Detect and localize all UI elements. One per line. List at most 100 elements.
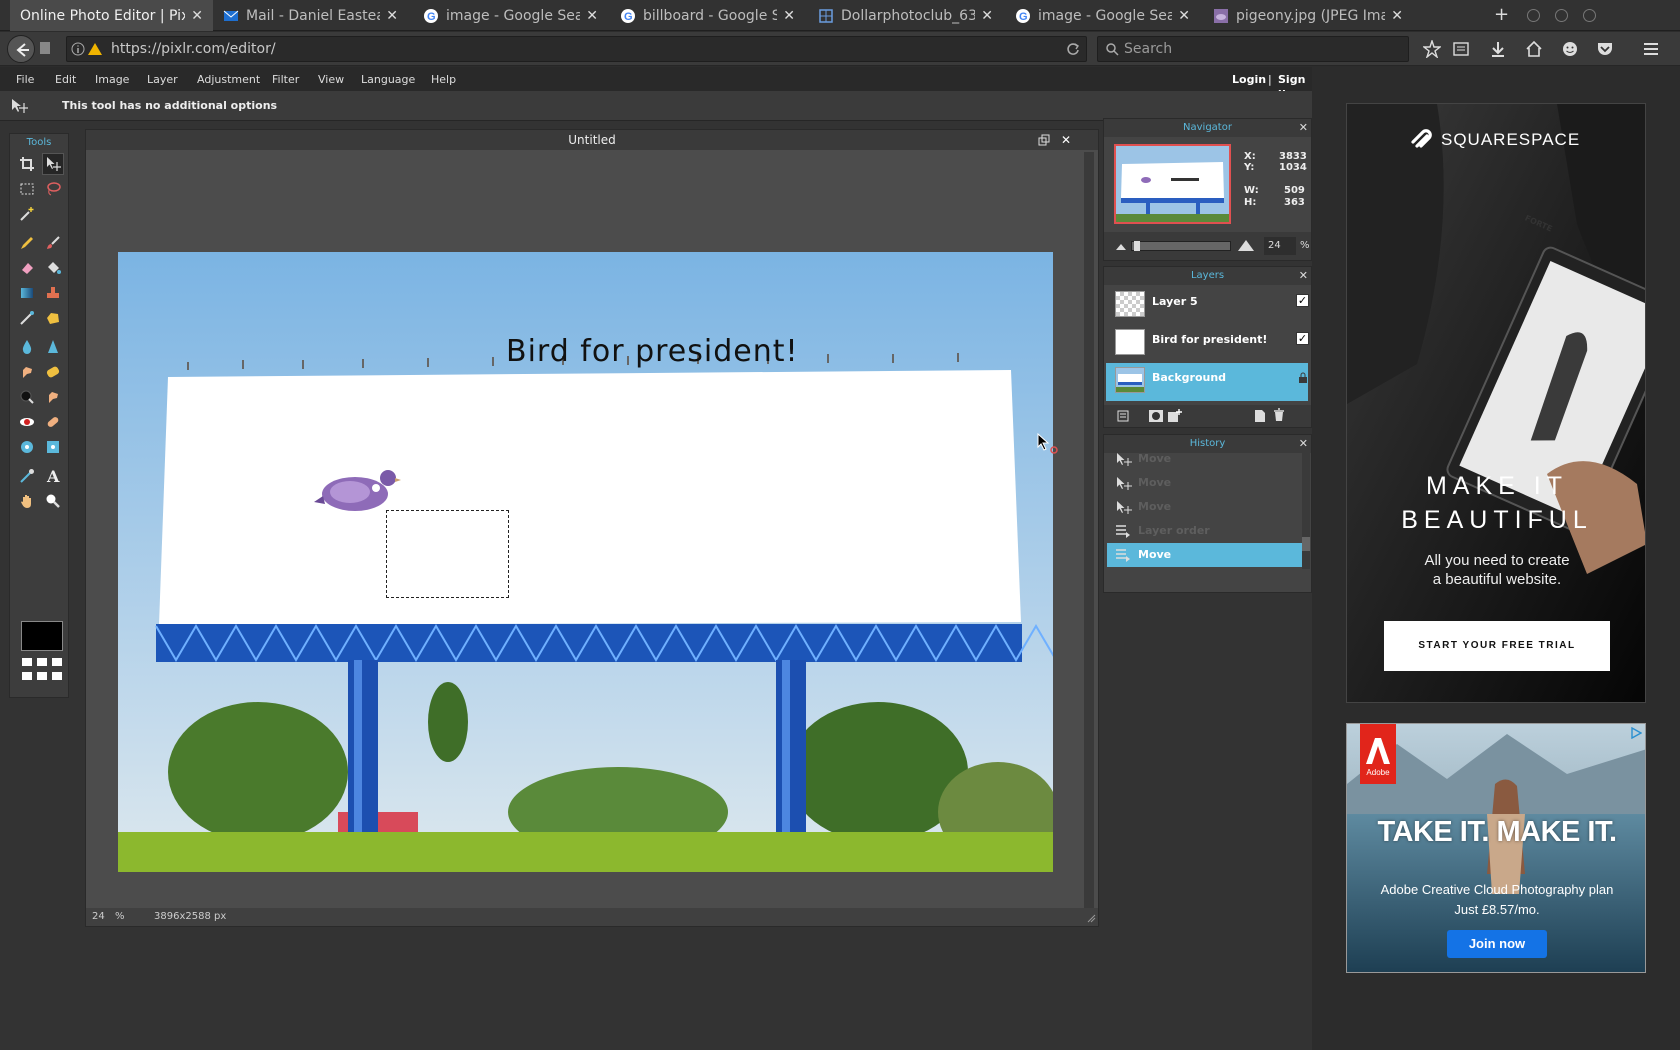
history-item[interactable]: Move bbox=[1107, 471, 1303, 495]
history-item[interactable]: Move bbox=[1107, 495, 1303, 519]
menu-file[interactable]: File bbox=[16, 73, 34, 86]
back-button[interactable] bbox=[7, 35, 35, 63]
history-scroll-thumb[interactable] bbox=[1302, 537, 1310, 551]
tab-pixlr[interactable]: Online Photo Editor | Pixl... ✕ bbox=[10, 0, 213, 31]
zoom-in-mountain-icon[interactable] bbox=[1237, 238, 1255, 252]
menu-layer[interactable]: Layer bbox=[147, 73, 178, 86]
dodge-tool-icon[interactable] bbox=[42, 386, 64, 408]
navigator-thumbnail[interactable] bbox=[1114, 144, 1231, 224]
hello-smiley-icon[interactable] bbox=[1561, 40, 1579, 58]
history-item-selected[interactable]: Move bbox=[1107, 543, 1303, 567]
view-mode-grid-icon[interactable] bbox=[21, 657, 65, 683]
new-layer-icon[interactable] bbox=[1254, 409, 1266, 423]
close-tab-icon[interactable]: ✕ bbox=[1178, 8, 1190, 24]
maximize-window-button[interactable] bbox=[1555, 9, 1568, 22]
bloat-tool-icon[interactable] bbox=[16, 436, 38, 458]
zoom-slider[interactable] bbox=[1131, 241, 1231, 251]
tab-google-image-2[interactable]: G image - Google Search ✕ bbox=[1005, 0, 1200, 31]
menu-language[interactable]: Language bbox=[361, 73, 415, 86]
sponge-tool-icon[interactable] bbox=[42, 361, 64, 383]
red-eye-tool-icon[interactable] bbox=[16, 411, 38, 433]
download-icon[interactable] bbox=[1489, 40, 1507, 58]
menu-filter[interactable]: Filter bbox=[272, 73, 299, 86]
blur-tool-icon[interactable] bbox=[16, 336, 38, 358]
home-icon[interactable] bbox=[1525, 40, 1543, 58]
menu-adjustment[interactable]: Adjustment bbox=[197, 73, 260, 86]
info-icon[interactable] bbox=[71, 42, 85, 56]
menu-help[interactable]: Help bbox=[431, 73, 456, 86]
eraser-tool-icon[interactable] bbox=[16, 257, 38, 279]
drawing-tool-icon[interactable] bbox=[42, 307, 64, 329]
layer-fx-icon[interactable] bbox=[1167, 408, 1183, 424]
close-window-button[interactable] bbox=[1583, 9, 1596, 22]
close-tab-icon[interactable]: ✕ bbox=[586, 8, 598, 24]
tab-mail[interactable]: Mail - Daniel Easteal -... ✕ bbox=[213, 0, 408, 31]
tab-google-billboard[interactable]: G billboard - Google Se... ✕ bbox=[610, 0, 805, 31]
delete-layer-icon[interactable] bbox=[1273, 408, 1285, 422]
close-canvas-icon[interactable]: ✕ bbox=[1061, 133, 1071, 147]
join-now-button[interactable]: Join now bbox=[1447, 930, 1547, 958]
brush-tool-icon[interactable] bbox=[42, 232, 64, 254]
resize-grip-icon[interactable] bbox=[1086, 913, 1096, 923]
login-link[interactable]: Login bbox=[1232, 73, 1266, 86]
sharpen-tool-icon[interactable] bbox=[42, 336, 64, 358]
tab-google-image[interactable]: G image - Google Search ✕ bbox=[413, 0, 608, 31]
tab-pigeony[interactable]: pigeony.jpg (JPEG Ima... ✕ bbox=[1203, 0, 1413, 31]
billboard-text-layer[interactable]: Bird for president! bbox=[506, 334, 799, 369]
hand-tool-icon[interactable] bbox=[16, 490, 38, 512]
menu-edit[interactable]: Edit bbox=[55, 73, 76, 86]
paint-bucket-tool-icon[interactable] bbox=[42, 257, 64, 279]
menu-view[interactable]: View bbox=[318, 73, 344, 86]
reading-list-icon[interactable] bbox=[1452, 40, 1470, 58]
color-replace-tool-icon[interactable] bbox=[16, 307, 38, 329]
close-tab-icon[interactable]: ✕ bbox=[1391, 8, 1403, 24]
history-item[interactable]: Move bbox=[1107, 447, 1303, 471]
zoom-slider-handle[interactable] bbox=[1134, 241, 1140, 251]
close-panel-icon[interactable]: ✕ bbox=[1299, 267, 1308, 284]
reload-icon[interactable] bbox=[1066, 42, 1080, 56]
zoom-tool-icon[interactable] bbox=[42, 490, 64, 512]
magic-wand-tool-icon[interactable] bbox=[16, 203, 38, 225]
selection-marquee[interactable] bbox=[386, 510, 509, 598]
move-tool-icon[interactable] bbox=[42, 153, 64, 175]
new-tab-button[interactable]: + bbox=[1494, 4, 1509, 25]
squarespace-ad[interactable]: SQUARESPACE FORTE MAKE IT BEAUTIFUL All … bbox=[1346, 103, 1646, 703]
foreground-color-swatch[interactable] bbox=[21, 621, 63, 651]
layer-mask-icon[interactable] bbox=[1148, 409, 1164, 423]
gradient-tool-icon[interactable] bbox=[16, 282, 38, 304]
lasso-tool-icon[interactable] bbox=[42, 178, 64, 200]
tab-dollarphotoclub[interactable]: Dollarphotoclub_630... ✕ bbox=[808, 0, 1003, 31]
ad-choices-icon[interactable] bbox=[1630, 727, 1642, 739]
color-picker-tool-icon[interactable] bbox=[16, 465, 38, 487]
pencil-tool-icon[interactable] bbox=[16, 232, 38, 254]
menu-image[interactable]: Image bbox=[95, 73, 129, 86]
zoom-field[interactable]: 24 bbox=[1264, 237, 1296, 255]
url-bar[interactable]: https://pixlr.com/editor/ bbox=[66, 36, 1087, 62]
clone-stamp-tool-icon[interactable] bbox=[42, 282, 64, 304]
close-tab-icon[interactable]: ✕ bbox=[386, 8, 398, 24]
close-panel-icon[interactable]: ✕ bbox=[1299, 119, 1308, 136]
vertical-scrollbar[interactable] bbox=[1084, 152, 1094, 926]
warning-lock-icon[interactable] bbox=[87, 42, 103, 56]
search-input[interactable]: Search bbox=[1097, 36, 1409, 62]
minimize-window-button[interactable] bbox=[1527, 9, 1540, 22]
start-free-trial-button[interactable]: START YOUR FREE TRIAL bbox=[1384, 621, 1610, 671]
layer-styles-icon[interactable] bbox=[1117, 410, 1129, 422]
zoom-out-mountain-icon[interactable] bbox=[1115, 241, 1127, 251]
restore-window-icon[interactable] bbox=[1038, 134, 1050, 146]
marquee-tool-icon[interactable] bbox=[16, 178, 38, 200]
pocket-icon[interactable] bbox=[1596, 40, 1614, 58]
hamburger-menu-icon[interactable] bbox=[1642, 40, 1660, 58]
layer-visibility-checkbox[interactable]: ✓ bbox=[1296, 332, 1309, 345]
history-scrollbar[interactable] bbox=[1302, 453, 1310, 569]
adobe-ad[interactable]: Adobe TAKE IT. MAKE IT. Adobe Creative C… bbox=[1346, 723, 1646, 973]
layer-visibility-checkbox[interactable]: ✓ bbox=[1296, 294, 1309, 307]
layer-item[interactable]: Bird for president! ✓ bbox=[1106, 325, 1309, 363]
close-tab-icon[interactable]: ✕ bbox=[191, 8, 203, 24]
close-tab-icon[interactable]: ✕ bbox=[783, 8, 795, 24]
type-tool-icon[interactable]: A bbox=[42, 465, 64, 487]
history-item[interactable]: Layer order bbox=[1107, 519, 1303, 543]
layer-item[interactable]: Layer 5 ✓ bbox=[1106, 287, 1309, 325]
pinch-tool-icon[interactable] bbox=[42, 436, 64, 458]
bookmark-star-icon[interactable] bbox=[1423, 40, 1441, 58]
